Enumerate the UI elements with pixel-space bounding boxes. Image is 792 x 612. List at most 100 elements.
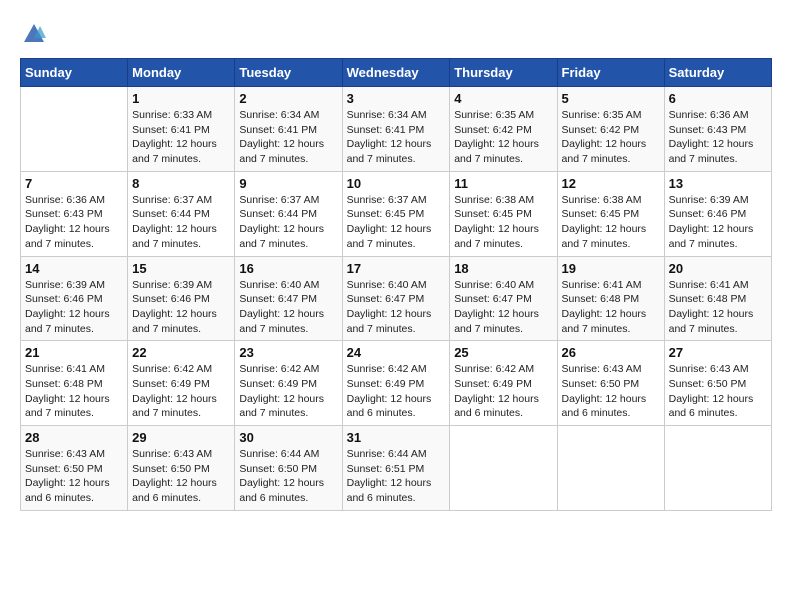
column-header-sunday: Sunday — [21, 59, 128, 87]
day-info: Sunrise: 6:37 AM Sunset: 6:44 PM Dayligh… — [239, 193, 337, 252]
day-cell — [664, 426, 771, 511]
day-cell: 11 Sunrise: 6:38 AM Sunset: 6:45 PM Dayli… — [450, 171, 557, 256]
day-cell: 9 Sunrise: 6:37 AM Sunset: 6:44 PM Daylig… — [235, 171, 342, 256]
day-cell: 15 Sunrise: 6:39 AM Sunset: 6:46 PM Dayli… — [128, 256, 235, 341]
day-cell — [450, 426, 557, 511]
day-number: 11 — [454, 176, 552, 191]
day-number: 29 — [132, 430, 230, 445]
day-number: 4 — [454, 91, 552, 106]
day-cell — [557, 426, 664, 511]
day-cell: 10 Sunrise: 6:37 AM Sunset: 6:45 PM Dayli… — [342, 171, 450, 256]
week-row-1: 1Sunrise: 6:33 AM Sunset: 6:41 PM Daylig… — [21, 87, 772, 172]
day-number: 9 — [239, 176, 337, 191]
day-cell: 6 Sunrise: 6:36 AM Sunset: 6:43 PM Daylig… — [664, 87, 771, 172]
day-cell: 26 Sunrise: 6:43 AM Sunset: 6:50 PM Dayli… — [557, 341, 664, 426]
day-number: 5 — [562, 91, 660, 106]
day-number: 10 — [347, 176, 446, 191]
day-info: Sunrise: 6:42 AM Sunset: 6:49 PM Dayligh… — [239, 362, 337, 421]
day-info: Sunrise: 6:41 AM Sunset: 6:48 PM Dayligh… — [669, 278, 767, 337]
day-cell: 27 Sunrise: 6:43 AM Sunset: 6:50 PM Dayli… — [664, 341, 771, 426]
day-number: 6 — [669, 91, 767, 106]
day-cell: 7Sunrise: 6:36 AM Sunset: 6:43 PM Daylig… — [21, 171, 128, 256]
day-number: 27 — [669, 345, 767, 360]
day-number: 26 — [562, 345, 660, 360]
day-info: Sunrise: 6:43 AM Sunset: 6:50 PM Dayligh… — [25, 447, 123, 506]
logo — [20, 20, 52, 48]
day-cell: 28Sunrise: 6:43 AM Sunset: 6:50 PM Dayli… — [21, 426, 128, 511]
day-info: Sunrise: 6:42 AM Sunset: 6:49 PM Dayligh… — [347, 362, 446, 421]
day-info: Sunrise: 6:34 AM Sunset: 6:41 PM Dayligh… — [347, 108, 446, 167]
day-number: 30 — [239, 430, 337, 445]
day-cell: 14 Sunrise: 6:39 AM Sunset: 6:46 PM Dayli… — [21, 256, 128, 341]
day-cell: 12Sunrise: 6:38 AM Sunset: 6:45 PM Dayli… — [557, 171, 664, 256]
column-header-tuesday: Tuesday — [235, 59, 342, 87]
day-number: 16 — [239, 261, 337, 276]
day-number: 18 — [454, 261, 552, 276]
day-info: Sunrise: 6:36 AM Sunset: 6:43 PM Dayligh… — [669, 108, 767, 167]
day-number: 12 — [562, 176, 660, 191]
day-number: 23 — [239, 345, 337, 360]
column-header-wednesday: Wednesday — [342, 59, 450, 87]
calendar-table: SundayMondayTuesdayWednesdayThursdayFrid… — [20, 58, 772, 511]
day-number: 14 — [25, 261, 123, 276]
day-info: Sunrise: 6:42 AM Sunset: 6:49 PM Dayligh… — [454, 362, 552, 421]
day-info: Sunrise: 6:33 AM Sunset: 6:41 PM Dayligh… — [132, 108, 230, 167]
day-number: 20 — [669, 261, 767, 276]
day-number: 25 — [454, 345, 552, 360]
day-cell: 1Sunrise: 6:33 AM Sunset: 6:41 PM Daylig… — [128, 87, 235, 172]
day-number: 31 — [347, 430, 446, 445]
column-header-monday: Monday — [128, 59, 235, 87]
day-cell: 29 Sunrise: 6:43 AM Sunset: 6:50 PM Dayli… — [128, 426, 235, 511]
day-cell: 13Sunrise: 6:39 AM Sunset: 6:46 PM Dayli… — [664, 171, 771, 256]
day-cell: 25 Sunrise: 6:42 AM Sunset: 6:49 PM Dayli… — [450, 341, 557, 426]
day-info: Sunrise: 6:41 AM Sunset: 6:48 PM Dayligh… — [562, 278, 660, 337]
week-row-4: 21Sunrise: 6:41 AM Sunset: 6:48 PM Dayli… — [21, 341, 772, 426]
day-cell: 8 Sunrise: 6:37 AM Sunset: 6:44 PM Daylig… — [128, 171, 235, 256]
day-info: Sunrise: 6:40 AM Sunset: 6:47 PM Dayligh… — [239, 278, 337, 337]
day-number: 19 — [562, 261, 660, 276]
day-cell: 31 Sunrise: 6:44 AM Sunset: 6:51 PM Dayli… — [342, 426, 450, 511]
day-info: Sunrise: 6:38 AM Sunset: 6:45 PM Dayligh… — [454, 193, 552, 252]
day-cell: 30 Sunrise: 6:44 AM Sunset: 6:50 PM Dayli… — [235, 426, 342, 511]
day-info: Sunrise: 6:42 AM Sunset: 6:49 PM Dayligh… — [132, 362, 230, 421]
day-cell: 17 Sunrise: 6:40 AM Sunset: 6:47 PM Dayli… — [342, 256, 450, 341]
logo-icon — [20, 20, 48, 48]
day-info: Sunrise: 6:37 AM Sunset: 6:44 PM Dayligh… — [132, 193, 230, 252]
day-info: Sunrise: 6:44 AM Sunset: 6:50 PM Dayligh… — [239, 447, 337, 506]
day-number: 17 — [347, 261, 446, 276]
day-info: Sunrise: 6:35 AM Sunset: 6:42 PM Dayligh… — [562, 108, 660, 167]
day-info: Sunrise: 6:34 AM Sunset: 6:41 PM Dayligh… — [239, 108, 337, 167]
day-number: 21 — [25, 345, 123, 360]
day-cell: 19 Sunrise: 6:41 AM Sunset: 6:48 PM Dayli… — [557, 256, 664, 341]
day-info: Sunrise: 6:40 AM Sunset: 6:47 PM Dayligh… — [347, 278, 446, 337]
header-row: SundayMondayTuesdayWednesdayThursdayFrid… — [21, 59, 772, 87]
day-cell: 16 Sunrise: 6:40 AM Sunset: 6:47 PM Dayli… — [235, 256, 342, 341]
day-number: 24 — [347, 345, 446, 360]
day-number: 22 — [132, 345, 230, 360]
column-header-friday: Friday — [557, 59, 664, 87]
day-number: 7 — [25, 176, 123, 191]
day-info: Sunrise: 6:43 AM Sunset: 6:50 PM Dayligh… — [132, 447, 230, 506]
day-info: Sunrise: 6:44 AM Sunset: 6:51 PM Dayligh… — [347, 447, 446, 506]
day-number: 13 — [669, 176, 767, 191]
day-info: Sunrise: 6:37 AM Sunset: 6:45 PM Dayligh… — [347, 193, 446, 252]
page-header — [20, 20, 772, 48]
day-cell: 20 Sunrise: 6:41 AM Sunset: 6:48 PM Dayli… — [664, 256, 771, 341]
day-cell: 22 Sunrise: 6:42 AM Sunset: 6:49 PM Dayli… — [128, 341, 235, 426]
day-info: Sunrise: 6:43 AM Sunset: 6:50 PM Dayligh… — [669, 362, 767, 421]
day-cell: 23 Sunrise: 6:42 AM Sunset: 6:49 PM Dayli… — [235, 341, 342, 426]
day-number: 15 — [132, 261, 230, 276]
week-row-2: 7Sunrise: 6:36 AM Sunset: 6:43 PM Daylig… — [21, 171, 772, 256]
day-cell: 24 Sunrise: 6:42 AM Sunset: 6:49 PM Dayli… — [342, 341, 450, 426]
day-info: Sunrise: 6:35 AM Sunset: 6:42 PM Dayligh… — [454, 108, 552, 167]
day-number: 3 — [347, 91, 446, 106]
day-info: Sunrise: 6:39 AM Sunset: 6:46 PM Dayligh… — [25, 278, 123, 337]
day-number: 8 — [132, 176, 230, 191]
day-info: Sunrise: 6:39 AM Sunset: 6:46 PM Dayligh… — [132, 278, 230, 337]
week-row-5: 28Sunrise: 6:43 AM Sunset: 6:50 PM Dayli… — [21, 426, 772, 511]
column-header-thursday: Thursday — [450, 59, 557, 87]
column-header-saturday: Saturday — [664, 59, 771, 87]
day-info: Sunrise: 6:40 AM Sunset: 6:47 PM Dayligh… — [454, 278, 552, 337]
day-info: Sunrise: 6:43 AM Sunset: 6:50 PM Dayligh… — [562, 362, 660, 421]
day-cell: 5 Sunrise: 6:35 AM Sunset: 6:42 PM Daylig… — [557, 87, 664, 172]
